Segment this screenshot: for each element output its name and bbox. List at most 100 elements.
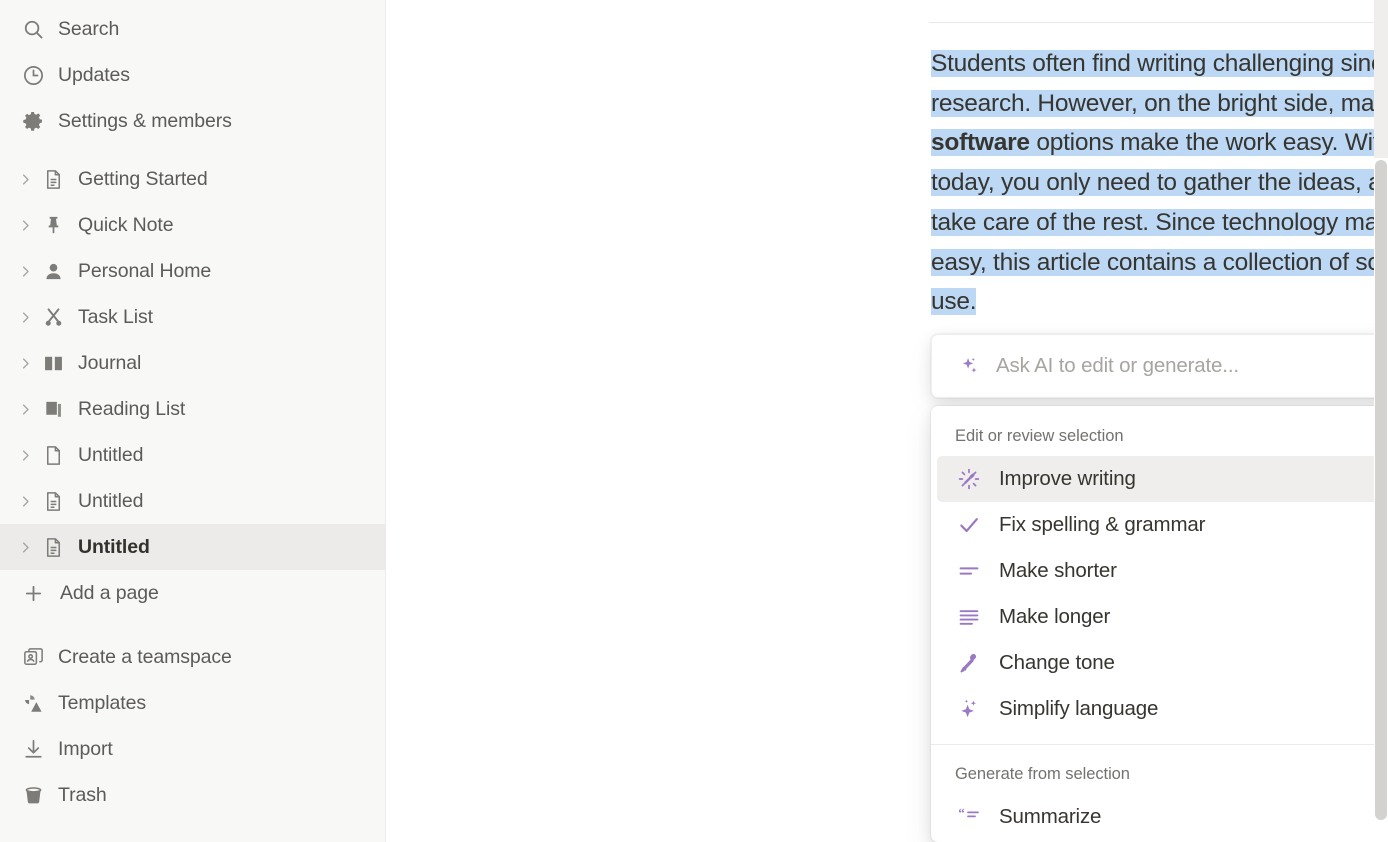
- teamspace-icon: [18, 642, 48, 672]
- plus-icon: [18, 578, 48, 608]
- sidebar-item-label: Templates: [58, 691, 146, 714]
- microphone-icon: [955, 649, 983, 677]
- chevron-right-icon[interactable]: [12, 494, 38, 509]
- sidebar-page-label: Task List: [78, 305, 153, 328]
- check-icon: [955, 511, 983, 539]
- sidebar-page-label: Untitled: [78, 443, 144, 466]
- menu-item-simplify-language[interactable]: Simplify language: [937, 686, 1388, 732]
- sidebar-page-task-list[interactable]: Task List: [0, 294, 385, 340]
- sidebar-item-label: Settings & members: [58, 109, 232, 132]
- menu-item-improve-writing[interactable]: Improve writing: [937, 456, 1388, 502]
- sidebar-page-label: Untitled: [78, 489, 144, 512]
- menu-item-label: Improve writing: [999, 467, 1136, 490]
- svg-text:“: “: [958, 805, 965, 820]
- document-icon: [38, 486, 68, 516]
- sidebar-item-create-teamspace[interactable]: Create a teamspace: [0, 634, 385, 680]
- blank-document-icon: [38, 440, 68, 470]
- chevron-right-icon[interactable]: [12, 310, 38, 325]
- document-icon: [38, 532, 68, 562]
- sidebar-page-getting-started[interactable]: Getting Started: [0, 156, 385, 202]
- clock-icon: [18, 60, 48, 90]
- menu-item-label: Make longer: [999, 605, 1111, 628]
- sidebar-item-updates[interactable]: Updates: [0, 52, 385, 98]
- sidebar-page-label: Quick Note: [78, 213, 174, 236]
- person-icon: [38, 256, 68, 286]
- magic-wand-icon: [955, 465, 983, 493]
- sidebar-item-search[interactable]: Search: [0, 6, 385, 52]
- menu-section-edit-title: Edit or review selection: [955, 427, 1124, 445]
- chevron-right-icon[interactable]: [12, 402, 38, 417]
- quote-icon: “: [955, 803, 983, 831]
- sidebar-item-label: Trash: [58, 783, 107, 806]
- sidebar-spacer-bottom: [0, 616, 385, 634]
- book-icon: [38, 348, 68, 378]
- menu-item-label: Simplify language: [999, 697, 1159, 720]
- paragraph-text-part1: Students often find writing challenging …: [931, 50, 1388, 117]
- search-icon: [18, 14, 48, 44]
- main-content: Students often find writing challenging …: [386, 0, 1388, 842]
- sidebar-add-a-page[interactable]: Add a page: [0, 570, 385, 616]
- sidebar-item-trash[interactable]: Trash: [0, 772, 385, 818]
- sidebar-page-journal[interactable]: Journal: [0, 340, 385, 386]
- menu-item-label: Make shorter: [999, 559, 1117, 582]
- import-icon: [18, 734, 48, 764]
- menu-item-label: Change tone: [999, 651, 1115, 674]
- page-scrollbar-track[interactable]: [1374, 0, 1388, 842]
- menu-item-summarize[interactable]: “ Summarize: [937, 794, 1388, 840]
- sidebar-item-label: Create a teamspace: [58, 645, 232, 668]
- menu-item-make-longer[interactable]: Make longer: [937, 594, 1388, 640]
- shorten-lines-icon: [955, 557, 983, 585]
- sidebar-page-label: Personal Home: [78, 259, 212, 282]
- sidebar-page-label: Untitled: [78, 535, 150, 558]
- sidebar-item-templates[interactable]: Templates: [0, 680, 385, 726]
- chevron-right-icon[interactable]: [12, 264, 38, 279]
- chevron-right-icon[interactable]: [12, 218, 38, 233]
- sidebar-page-untitled-2[interactable]: Untitled: [0, 478, 385, 524]
- books-icon: [38, 394, 68, 424]
- chevron-right-icon[interactable]: [12, 448, 38, 463]
- sidebar-page-label: Journal: [78, 351, 142, 374]
- ai-options-menu: Edit or review selection Improve writing…: [931, 406, 1388, 842]
- document-icon: [38, 164, 68, 194]
- app-window: Search Updates Settings & members Gettin…: [0, 0, 1388, 842]
- sidebar-item-label: Import: [58, 737, 113, 760]
- sidebar-item-label: Search: [58, 17, 120, 40]
- document-divider: [929, 22, 1388, 23]
- sidebar-page-untitled-1[interactable]: Untitled: [0, 432, 385, 478]
- chevron-right-icon[interactable]: [12, 172, 38, 187]
- sidebar-item-settings-members[interactable]: Settings & members: [0, 98, 385, 144]
- sidebar-item-label: Updates: [58, 63, 130, 86]
- sidebar-page-personal-home[interactable]: Personal Home: [0, 248, 385, 294]
- trash-icon: [18, 780, 48, 810]
- chevron-right-icon[interactable]: [12, 356, 38, 371]
- sidebar-add-page-label: Add a page: [60, 581, 159, 604]
- ask-ai-bar[interactable]: [931, 334, 1388, 398]
- menu-item-make-shorter[interactable]: Make shorter: [937, 548, 1388, 594]
- menu-item-fix-spelling-grammar[interactable]: Fix spelling & grammar: [937, 502, 1388, 548]
- sidebar-item-import[interactable]: Import: [0, 726, 385, 772]
- menu-item-change-tone[interactable]: Change tone: [937, 640, 1388, 686]
- pin-icon: [38, 210, 68, 240]
- menu-item-label: Fix spelling & grammar: [999, 513, 1206, 536]
- chevron-right-icon[interactable]: [12, 540, 38, 555]
- paragraph-text-part2: options make the work easy. With the too…: [931, 129, 1388, 316]
- scissors-icon: [38, 302, 68, 332]
- sidebar-page-reading-list[interactable]: Reading List: [0, 386, 385, 432]
- sidebar-page-untitled-3-active[interactable]: Untitled: [0, 524, 385, 570]
- document-paragraph[interactable]: Students often find writing challenging …: [931, 44, 1388, 322]
- menu-section-generate-title: Generate from selection: [955, 765, 1130, 783]
- ask-ai-input[interactable]: [996, 354, 1388, 378]
- sidebar-page-quick-note[interactable]: Quick Note: [0, 202, 385, 248]
- sidebar-page-label: Reading List: [78, 397, 186, 420]
- sparkle-icon: [955, 695, 983, 723]
- templates-icon: [18, 688, 48, 718]
- lengthen-lines-icon: [955, 603, 983, 631]
- sparkle-icon: [956, 353, 982, 379]
- sidebar: Search Updates Settings & members Gettin…: [0, 0, 386, 842]
- page-scrollbar-thumb[interactable]: [1375, 160, 1387, 820]
- page-scrollbar-top-cap: [1374, 0, 1388, 158]
- menu-item-label: Summarize: [999, 805, 1102, 828]
- sidebar-page-label: Getting Started: [78, 167, 208, 190]
- gear-icon: [18, 106, 48, 136]
